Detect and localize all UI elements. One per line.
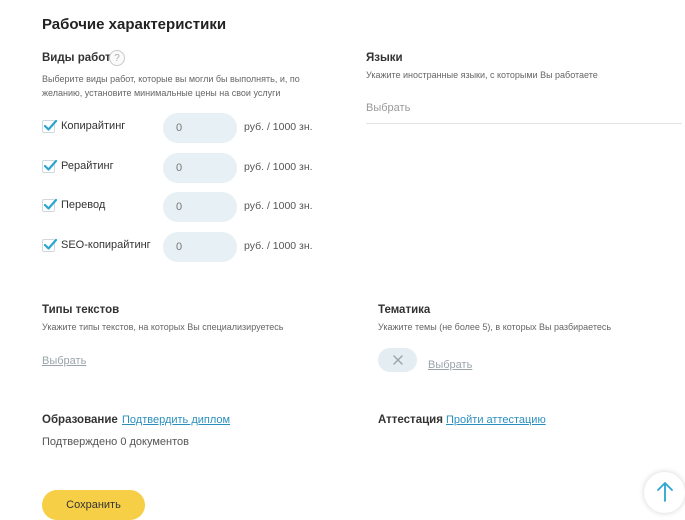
attestation-title: Аттестация <box>378 414 443 426</box>
rewriting-label: Рерайтинг <box>61 160 114 172</box>
topics-select-link[interactable]: Выбрать <box>428 359 472 371</box>
work-types-hint-line1: Выберите виды работ, которые вы могли бы… <box>42 74 300 84</box>
text-types-select-link[interactable]: Выбрать <box>42 355 86 367</box>
page-title: Рабочие характеристики <box>42 16 227 33</box>
work-type-row-seo-copywriting: SEO-копирайтинг руб. / 1000 зн. <box>42 232 342 262</box>
seo-copywriting-price-unit: руб. / 1000 зн. <box>244 240 313 252</box>
close-icon <box>392 355 403 365</box>
work-types-hint: Выберите виды работ, которые вы могли бы… <box>42 72 300 100</box>
work-type-row-copywriting: Копирайтинг руб. / 1000 зн. <box>42 113 342 143</box>
work-type-row-translation: Перевод руб. / 1000 зн. <box>42 192 342 222</box>
languages-hint: Укажите иностранные языки, с которыми Вы… <box>366 70 598 80</box>
scroll-top-button[interactable] <box>644 472 685 513</box>
topics-hint: Укажите темы (не более 5), в которых Вы … <box>378 322 612 332</box>
copywriting-label: Копирайтинг <box>61 120 126 132</box>
education-status: Подтверждено 0 документов <box>42 436 189 448</box>
topics-title: Тематика <box>378 304 431 316</box>
arrow-up-icon <box>656 482 673 502</box>
save-button[interactable]: Сохранить <box>42 490 145 520</box>
copywriting-price-unit: руб. / 1000 зн. <box>244 121 313 133</box>
pass-attestation-link[interactable]: Пройти аттестацию <box>446 414 546 426</box>
work-types-hint-line2: желанию, установите минимальные цены на … <box>42 88 281 98</box>
education-title: Образование <box>42 414 118 426</box>
copywriting-price-input[interactable] <box>163 113 237 143</box>
translation-checkbox[interactable] <box>42 198 58 212</box>
work-type-row-rewriting: Рерайтинг руб. / 1000 зн. <box>42 153 342 183</box>
rewriting-price-input[interactable] <box>163 153 237 183</box>
seo-copywriting-checkbox[interactable] <box>42 238 58 252</box>
seo-copywriting-label: SEO-копирайтинг <box>61 239 151 251</box>
work-types-title: Виды работ <box>42 52 111 64</box>
copywriting-checkbox[interactable] <box>42 119 58 133</box>
seo-copywriting-price-input[interactable] <box>163 232 237 262</box>
checkmark-icon <box>43 119 58 131</box>
rewriting-price-unit: руб. / 1000 зн. <box>244 161 313 173</box>
confirm-diploma-link[interactable]: Подтвердить диплом <box>122 414 230 426</box>
checkmark-icon <box>43 159 58 171</box>
translation-price-input[interactable] <box>163 192 237 222</box>
translation-label: Перевод <box>61 199 106 211</box>
text-types-hint: Укажите типы текстов, на которых Вы спец… <box>42 322 284 332</box>
topic-chip-remove[interactable] <box>378 348 417 372</box>
languages-select[interactable]: Выбрать <box>366 102 682 124</box>
checkmark-icon <box>43 198 58 210</box>
checkmark-icon <box>43 238 58 250</box>
help-icon[interactable]: ? <box>109 50 125 66</box>
text-types-title: Типы текстов <box>42 304 120 316</box>
languages-title: Языки <box>366 52 403 64</box>
translation-price-unit: руб. / 1000 зн. <box>244 200 313 212</box>
rewriting-checkbox[interactable] <box>42 159 58 173</box>
